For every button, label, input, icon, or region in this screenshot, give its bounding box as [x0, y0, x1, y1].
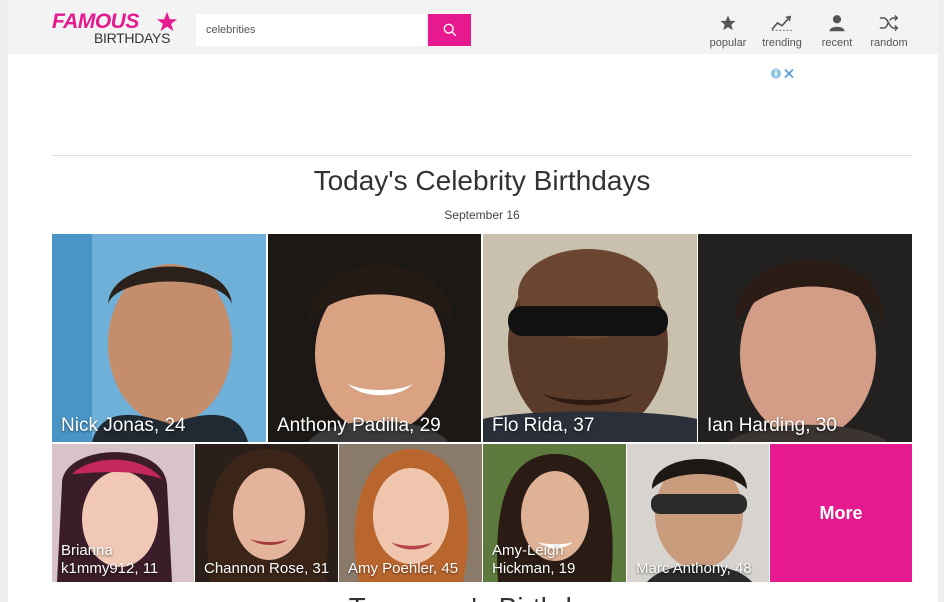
- nav-label: trending: [762, 37, 802, 49]
- logo-birthdays-text: BIRTHDAYS: [94, 30, 171, 46]
- celebrity-caption: Marc Anthony, 48: [636, 560, 752, 577]
- celebrity-photo: [268, 234, 481, 442]
- celebrity-caption: Flo Rida, 37: [492, 415, 595, 437]
- header: FAMOUS BIRTHDAYS popular: [8, 0, 938, 54]
- celebrity-tile[interactable]: Marc Anthony, 48: [627, 444, 769, 582]
- celebrity-tile[interactable]: Nick Jonas, 24: [52, 234, 266, 442]
- celebrity-tile[interactable]: Amy Poehler, 45: [339, 444, 482, 582]
- celebrity-photo: [52, 234, 266, 442]
- ad-choices-icon[interactable]: [770, 67, 796, 80]
- celebrity-photo: [698, 234, 912, 442]
- nav-label: recent: [821, 37, 853, 49]
- date-label: September 16: [444, 208, 520, 222]
- divider: [52, 155, 912, 156]
- celebrity-caption: Anthony Padilla, 29: [277, 415, 441, 437]
- page: FAMOUS BIRTHDAYS popular: [8, 0, 938, 602]
- nav-label: random: [870, 37, 908, 49]
- next-section-title: Tomorrow's Birthdays: [8, 588, 944, 602]
- celebrity-tile[interactable]: Anthony Padilla, 29: [268, 234, 481, 442]
- celebrity-caption: Ian Harding, 30: [707, 415, 837, 437]
- celebrity-photo: [483, 234, 697, 442]
- celebrity-tile[interactable]: Channon Rose, 31: [195, 444, 338, 582]
- logo[interactable]: FAMOUS BIRTHDAYS: [52, 10, 182, 50]
- celebrity-tile[interactable]: Brianna k1mmy912, 11: [52, 444, 194, 582]
- celebrity-tile[interactable]: Amy-Leigh Hickman, 19: [483, 444, 626, 582]
- search-icon: [443, 23, 456, 37]
- trending-icon: [771, 15, 793, 31]
- celebrity-tile[interactable]: Flo Rida, 37: [483, 234, 697, 442]
- more-button[interactable]: More: [770, 444, 912, 582]
- celebrity-caption: Channon Rose, 31: [204, 560, 330, 577]
- celebrity-caption: Nick Jonas, 24: [61, 415, 186, 437]
- nav-label: popular: [709, 37, 747, 49]
- person-icon: [829, 15, 845, 32]
- celebrity-caption: Amy-Leigh Hickman, 19: [492, 542, 576, 577]
- star-icon: [720, 15, 736, 31]
- search-input[interactable]: [196, 14, 426, 46]
- page-title: Today's Celebrity Birthdays: [313, 165, 651, 196]
- celebrity-caption: Amy Poehler, 45: [348, 560, 459, 577]
- celebrity-tile[interactable]: Ian Harding, 30: [698, 234, 912, 442]
- celebrity-caption: Brianna k1mmy912, 11: [61, 542, 159, 577]
- shuffle-icon: [879, 14, 899, 32]
- search-button[interactable]: [428, 14, 471, 46]
